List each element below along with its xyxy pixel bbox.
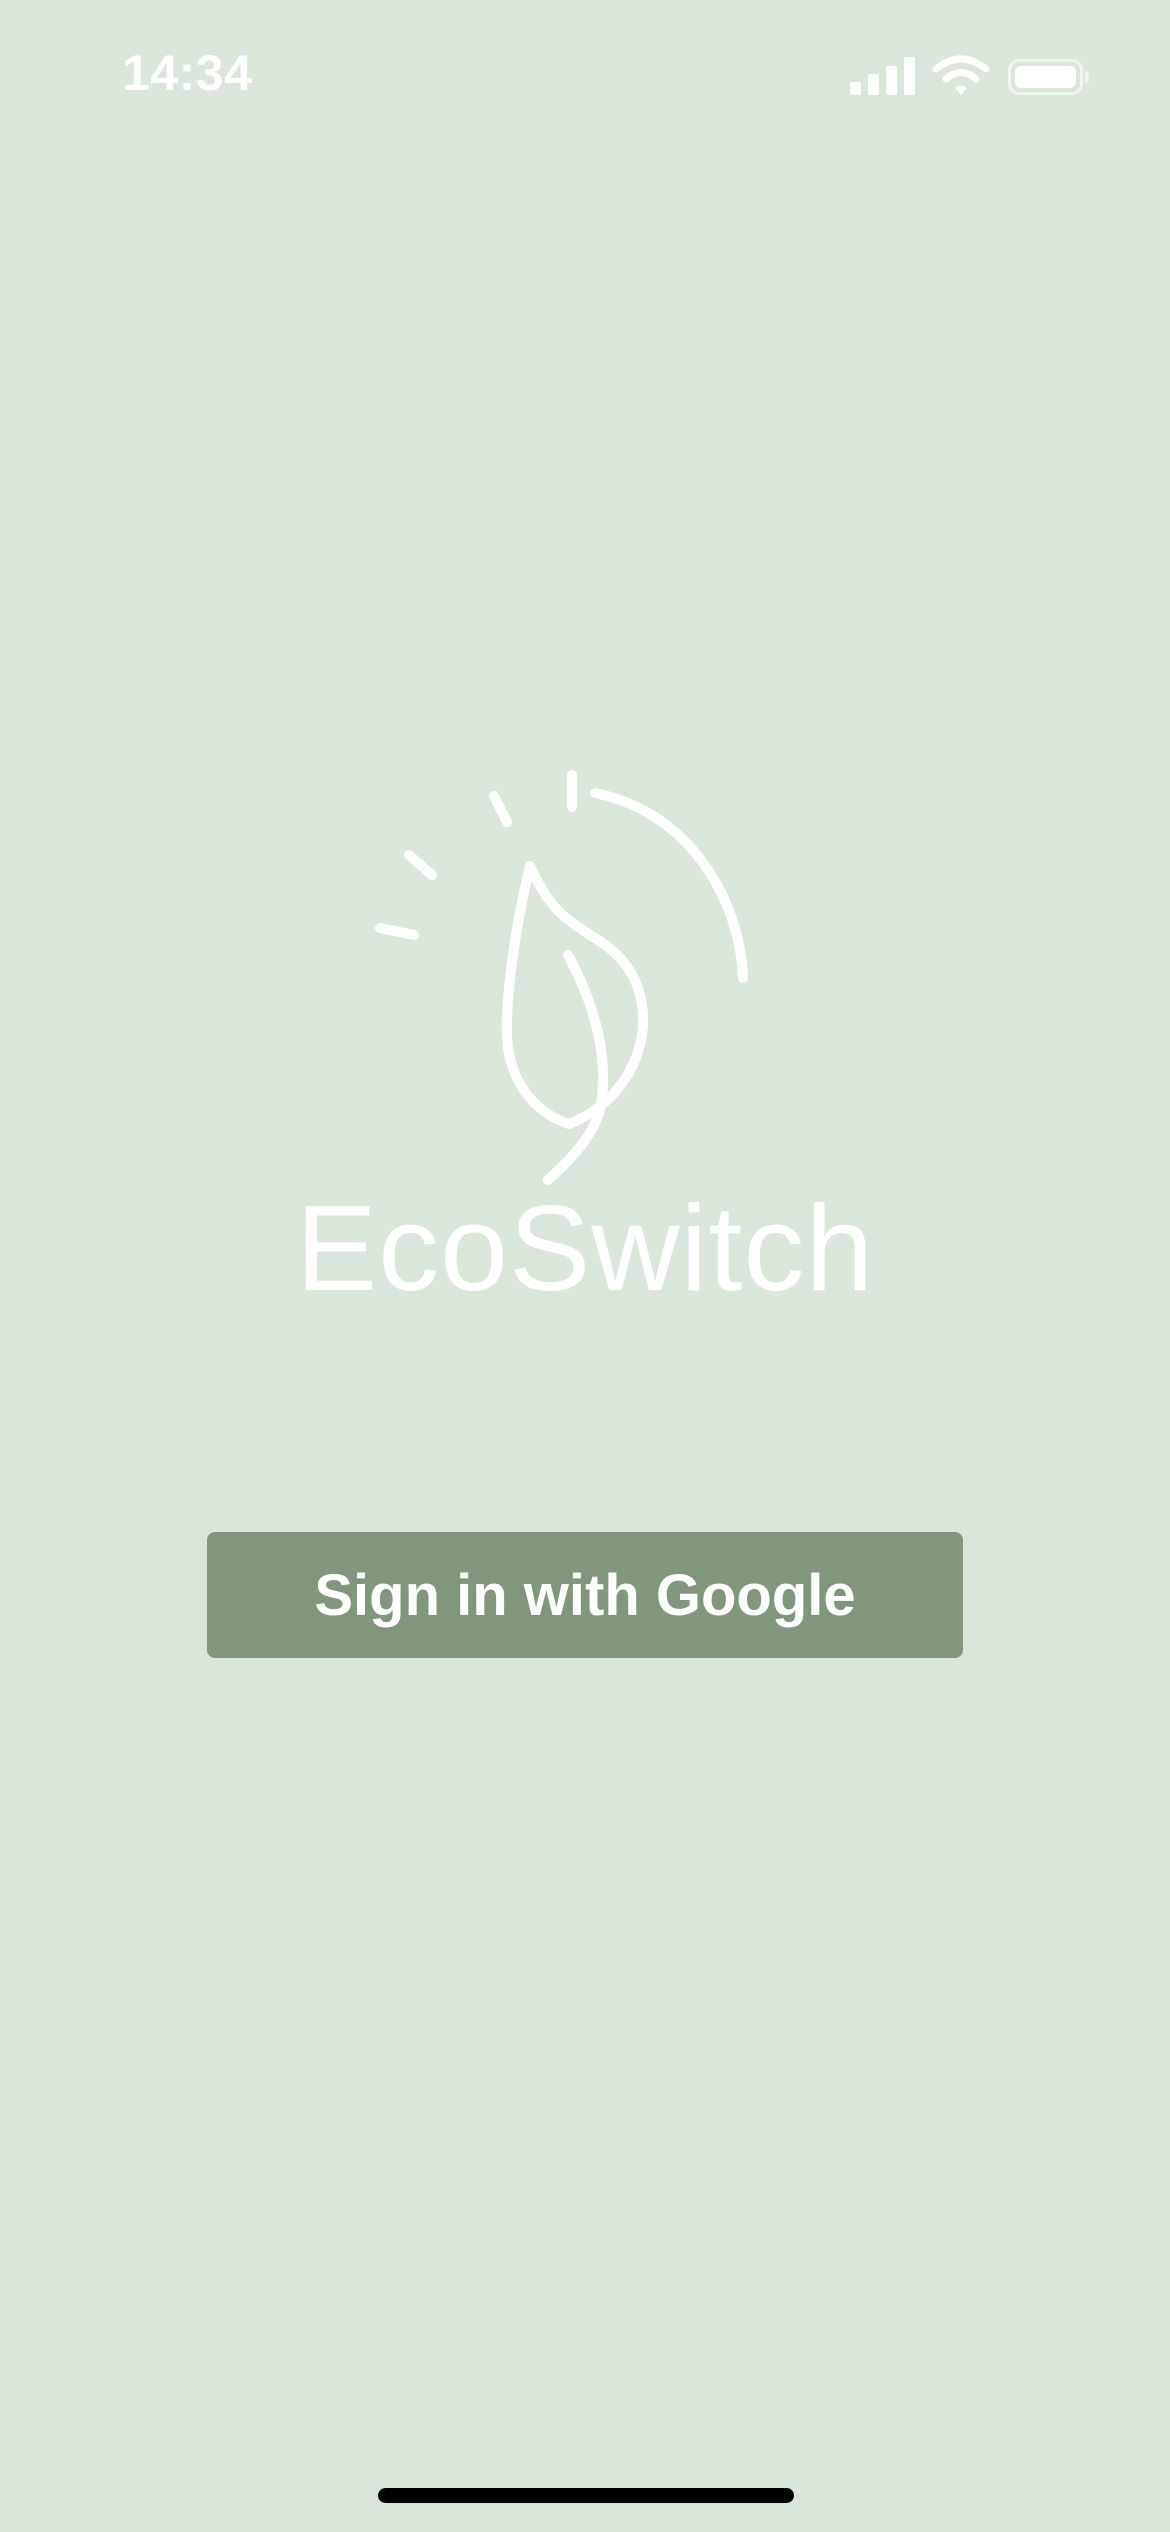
app-name-wordmark: EcoSwitch <box>295 1180 875 1316</box>
signal-icon <box>850 57 915 95</box>
status-icons <box>850 55 1090 100</box>
battery-icon <box>1008 59 1089 95</box>
login-screen: 14:34 EcoSwitch Sign in with Google <box>0 0 1170 2532</box>
home-indicator[interactable] <box>378 2488 794 2503</box>
status-bar: 14:34 <box>0 0 1170 150</box>
google-sign-in-button[interactable]: Sign in with Google <box>207 1532 963 1658</box>
leaf-sun-icon <box>375 770 748 1185</box>
wifi-icon <box>932 55 990 95</box>
app-logo: EcoSwitch <box>270 760 900 1320</box>
status-time: 14:34 <box>122 45 253 101</box>
